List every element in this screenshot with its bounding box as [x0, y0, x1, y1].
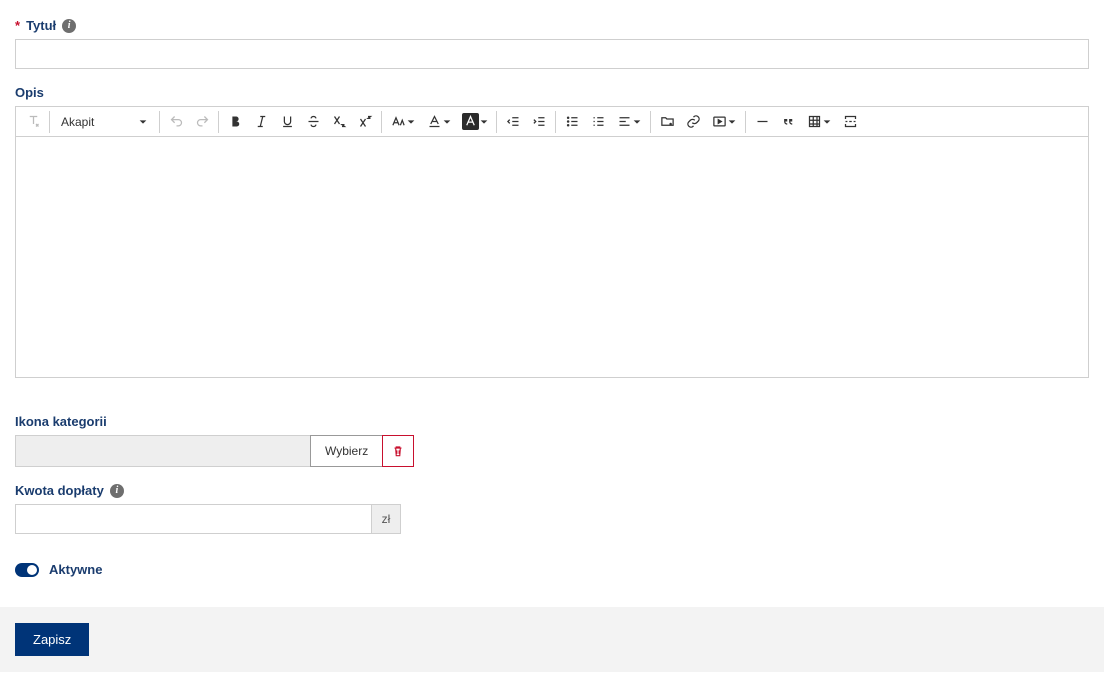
page-break-icon[interactable]	[837, 109, 863, 135]
format-dropdown-label: Akapit	[61, 115, 94, 129]
indent-icon[interactable]	[526, 109, 552, 135]
chevron-down-icon	[822, 117, 832, 127]
info-icon[interactable]: i	[62, 19, 76, 33]
description-editor-body[interactable]	[16, 137, 1088, 377]
toggle-knob	[27, 565, 37, 575]
editor-toolbar: Akapit	[16, 107, 1088, 137]
strikethrough-icon[interactable]	[300, 109, 326, 135]
redo-icon[interactable]	[189, 109, 215, 135]
font-size-icon[interactable]	[385, 109, 421, 135]
bullet-list-icon[interactable]	[559, 109, 585, 135]
link-icon[interactable]	[680, 109, 706, 135]
chevron-down-icon	[442, 117, 452, 127]
title-input[interactable]	[15, 39, 1089, 69]
delete-icon-button[interactable]	[382, 435, 414, 467]
table-icon[interactable]	[801, 109, 837, 135]
description-label: Opis	[15, 85, 44, 100]
toolbar-separator	[49, 111, 50, 133]
clear-formatting-icon[interactable]	[20, 109, 46, 135]
choose-icon-button[interactable]: Wybierz	[310, 435, 383, 467]
font-color-icon[interactable]	[421, 109, 457, 135]
bold-icon[interactable]	[222, 109, 248, 135]
numbered-list-icon[interactable]	[585, 109, 611, 135]
category-icon-display	[15, 435, 311, 467]
chevron-down-icon	[479, 117, 489, 127]
superscript-icon[interactable]	[352, 109, 378, 135]
amount-currency-suffix: zł	[371, 504, 401, 534]
toolbar-separator	[381, 111, 382, 133]
file-browser-icon[interactable]	[654, 109, 680, 135]
italic-icon[interactable]	[248, 109, 274, 135]
title-label: Tytuł	[26, 18, 56, 33]
toolbar-separator	[650, 111, 651, 133]
toolbar-separator	[555, 111, 556, 133]
undo-icon[interactable]	[163, 109, 189, 135]
background-color-icon[interactable]	[457, 109, 493, 135]
active-toggle[interactable]	[15, 563, 39, 577]
category-icon-label: Ikona kategorii	[15, 414, 107, 429]
rich-text-editor: Akapit	[15, 106, 1089, 378]
subscript-icon[interactable]	[326, 109, 352, 135]
trash-icon	[391, 444, 405, 458]
chevron-down-icon	[138, 117, 148, 127]
underline-icon[interactable]	[274, 109, 300, 135]
paragraph-format-dropdown[interactable]: Akapit	[53, 109, 156, 135]
active-label: Aktywne	[49, 562, 102, 577]
info-icon[interactable]: i	[110, 484, 124, 498]
footer-bar: Zapisz	[0, 607, 1104, 672]
save-button[interactable]: Zapisz	[15, 623, 89, 656]
toolbar-separator	[496, 111, 497, 133]
chevron-down-icon	[406, 117, 416, 127]
outdent-icon[interactable]	[500, 109, 526, 135]
chevron-down-icon	[632, 117, 642, 127]
amount-input[interactable]	[15, 504, 371, 534]
blockquote-icon[interactable]	[775, 109, 801, 135]
chevron-down-icon	[727, 117, 737, 127]
align-icon[interactable]	[611, 109, 647, 135]
amount-label: Kwota dopłaty	[15, 483, 104, 498]
required-asterisk: *	[15, 18, 20, 33]
toolbar-separator	[745, 111, 746, 133]
toolbar-separator	[159, 111, 160, 133]
horizontal-rule-icon[interactable]	[749, 109, 775, 135]
toolbar-separator	[218, 111, 219, 133]
media-icon[interactable]	[706, 109, 742, 135]
